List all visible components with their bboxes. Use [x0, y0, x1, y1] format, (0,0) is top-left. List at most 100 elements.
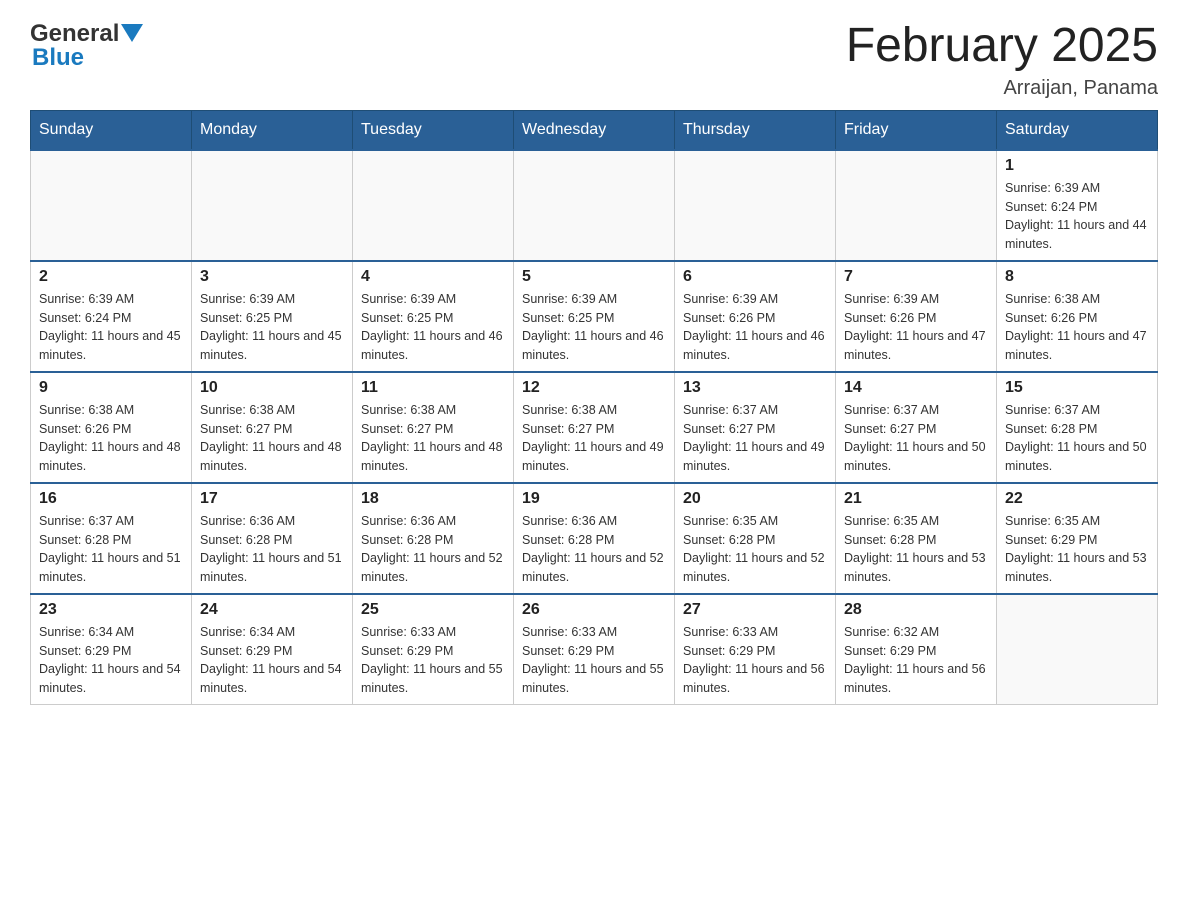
col-monday: Monday — [192, 110, 353, 150]
day-info: Sunrise: 6:37 AMSunset: 6:27 PMDaylight:… — [683, 401, 827, 476]
day-number: 25 — [361, 601, 505, 619]
table-row: 14 Sunrise: 6:37 AMSunset: 6:27 PMDayligh… — [836, 372, 997, 483]
page-header: General Blue February 2025 Arraijan, Pan… — [30, 20, 1158, 100]
table-row: 17 Sunrise: 6:36 AMSunset: 6:28 PMDayligh… — [192, 483, 353, 594]
day-number: 2 — [39, 268, 183, 286]
table-row: 9 Sunrise: 6:38 AMSunset: 6:26 PMDaylight… — [31, 372, 192, 483]
day-info: Sunrise: 6:38 AMSunset: 6:27 PMDaylight:… — [200, 401, 344, 476]
day-number: 19 — [522, 490, 666, 508]
day-info: Sunrise: 6:37 AMSunset: 6:28 PMDaylight:… — [1005, 401, 1149, 476]
day-info: Sunrise: 6:34 AMSunset: 6:29 PMDaylight:… — [39, 623, 183, 698]
table-row: 12 Sunrise: 6:38 AMSunset: 6:27 PMDayligh… — [514, 372, 675, 483]
table-row: 15 Sunrise: 6:37 AMSunset: 6:28 PMDayligh… — [997, 372, 1158, 483]
day-info: Sunrise: 6:35 AMSunset: 6:28 PMDaylight:… — [683, 512, 827, 587]
table-row — [514, 150, 675, 261]
day-number: 12 — [522, 379, 666, 397]
day-info: Sunrise: 6:36 AMSunset: 6:28 PMDaylight:… — [522, 512, 666, 587]
table-row: 3 Sunrise: 6:39 AMSunset: 6:25 PMDaylight… — [192, 261, 353, 372]
day-number: 23 — [39, 601, 183, 619]
day-number: 16 — [39, 490, 183, 508]
col-thursday: Thursday — [675, 110, 836, 150]
title-block: February 2025 Arraijan, Panama — [846, 20, 1158, 100]
day-info: Sunrise: 6:35 AMSunset: 6:29 PMDaylight:… — [1005, 512, 1149, 587]
month-title: February 2025 — [846, 20, 1158, 73]
day-info: Sunrise: 6:39 AMSunset: 6:26 PMDaylight:… — [844, 290, 988, 365]
table-row: 10Sunrise: 6:38 AMSunset: 6:27 PMDayligh… — [192, 372, 353, 483]
col-saturday: Saturday — [997, 110, 1158, 150]
table-row: 25 Sunrise: 6:33 AMSunset: 6:29 PMDayligh… — [353, 594, 514, 705]
day-number: 15 — [1005, 379, 1149, 397]
table-row: 11Sunrise: 6:38 AMSunset: 6:27 PMDayligh… — [353, 372, 514, 483]
day-info: Sunrise: 6:37 AMSunset: 6:27 PMDaylight:… — [844, 401, 988, 476]
day-number: 20 — [683, 490, 827, 508]
day-number: 11 — [361, 379, 505, 397]
day-number: 7 — [844, 268, 988, 286]
day-number: 6 — [683, 268, 827, 286]
table-row: 24 Sunrise: 6:34 AMSunset: 6:29 PMDayligh… — [192, 594, 353, 705]
day-info: Sunrise: 6:33 AMSunset: 6:29 PMDaylight:… — [522, 623, 666, 698]
table-row: 16 Sunrise: 6:37 AMSunset: 6:28 PMDayligh… — [31, 483, 192, 594]
location: Arraijan, Panama — [846, 77, 1158, 100]
calendar-week-row: 9 Sunrise: 6:38 AMSunset: 6:26 PMDaylight… — [31, 372, 1158, 483]
day-number: 1 — [1005, 157, 1149, 175]
table-row: 19 Sunrise: 6:36 AMSunset: 6:28 PMDayligh… — [514, 483, 675, 594]
table-row: 26 Sunrise: 6:33 AMSunset: 6:29 PMDayligh… — [514, 594, 675, 705]
day-number: 17 — [200, 490, 344, 508]
day-number: 4 — [361, 268, 505, 286]
day-number: 13 — [683, 379, 827, 397]
table-row: 27 Sunrise: 6:33 AMSunset: 6:29 PMDayligh… — [675, 594, 836, 705]
table-row — [192, 150, 353, 261]
day-number: 8 — [1005, 268, 1149, 286]
day-number: 14 — [844, 379, 988, 397]
logo: General Blue — [30, 20, 143, 72]
day-info: Sunrise: 6:34 AMSunset: 6:29 PMDaylight:… — [200, 623, 344, 698]
day-number: 21 — [844, 490, 988, 508]
table-row — [31, 150, 192, 261]
day-info: Sunrise: 6:38 AMSunset: 6:26 PMDaylight:… — [39, 401, 183, 476]
day-number: 27 — [683, 601, 827, 619]
day-info: Sunrise: 6:33 AMSunset: 6:29 PMDaylight:… — [683, 623, 827, 698]
day-info: Sunrise: 6:39 AMSunset: 6:25 PMDaylight:… — [361, 290, 505, 365]
col-tuesday: Tuesday — [353, 110, 514, 150]
table-row: 18 Sunrise: 6:36 AMSunset: 6:28 PMDayligh… — [353, 483, 514, 594]
table-row — [353, 150, 514, 261]
logo-triangle-icon — [121, 24, 143, 46]
table-row: 6 Sunrise: 6:39 AMSunset: 6:26 PMDaylight… — [675, 261, 836, 372]
logo-blue-text: Blue — [32, 44, 84, 72]
day-info: Sunrise: 6:35 AMSunset: 6:28 PMDaylight:… — [844, 512, 988, 587]
day-info: Sunrise: 6:39 AMSunset: 6:25 PMDaylight:… — [522, 290, 666, 365]
day-info: Sunrise: 6:37 AMSunset: 6:28 PMDaylight:… — [39, 512, 183, 587]
day-info: Sunrise: 6:36 AMSunset: 6:28 PMDaylight:… — [200, 512, 344, 587]
day-number: 18 — [361, 490, 505, 508]
day-number: 22 — [1005, 490, 1149, 508]
day-number: 3 — [200, 268, 344, 286]
day-info: Sunrise: 6:39 AMSunset: 6:26 PMDaylight:… — [683, 290, 827, 365]
table-row: 23 Sunrise: 6:34 AMSunset: 6:29 PMDayligh… — [31, 594, 192, 705]
calendar-header-row: Sunday Monday Tuesday Wednesday Thursday… — [31, 110, 1158, 150]
col-wednesday: Wednesday — [514, 110, 675, 150]
day-info: Sunrise: 6:38 AMSunset: 6:27 PMDaylight:… — [522, 401, 666, 476]
table-row — [836, 150, 997, 261]
day-info: Sunrise: 6:33 AMSunset: 6:29 PMDaylight:… — [361, 623, 505, 698]
table-row: 21 Sunrise: 6:35 AMSunset: 6:28 PMDayligh… — [836, 483, 997, 594]
day-number: 26 — [522, 601, 666, 619]
day-info: Sunrise: 6:39 AMSunset: 6:24 PMDaylight:… — [1005, 179, 1149, 254]
table-row — [997, 594, 1158, 705]
calendar-table: Sunday Monday Tuesday Wednesday Thursday… — [30, 110, 1158, 705]
calendar-week-row: 16 Sunrise: 6:37 AMSunset: 6:28 PMDayligh… — [31, 483, 1158, 594]
table-row: 2 Sunrise: 6:39 AMSunset: 6:24 PMDaylight… — [31, 261, 192, 372]
day-number: 9 — [39, 379, 183, 397]
day-info: Sunrise: 6:38 AMSunset: 6:26 PMDaylight:… — [1005, 290, 1149, 365]
day-info: Sunrise: 6:39 AMSunset: 6:24 PMDaylight:… — [39, 290, 183, 365]
col-friday: Friday — [836, 110, 997, 150]
calendar-week-row: 1 Sunrise: 6:39 AMSunset: 6:24 PMDaylight… — [31, 150, 1158, 261]
day-number: 24 — [200, 601, 344, 619]
table-row: 8 Sunrise: 6:38 AMSunset: 6:26 PMDaylight… — [997, 261, 1158, 372]
day-info: Sunrise: 6:39 AMSunset: 6:25 PMDaylight:… — [200, 290, 344, 365]
table-row: 5Sunrise: 6:39 AMSunset: 6:25 PMDaylight… — [514, 261, 675, 372]
col-sunday: Sunday — [31, 110, 192, 150]
day-info: Sunrise: 6:32 AMSunset: 6:29 PMDaylight:… — [844, 623, 988, 698]
table-row: 1 Sunrise: 6:39 AMSunset: 6:24 PMDaylight… — [997, 150, 1158, 261]
table-row: 20 Sunrise: 6:35 AMSunset: 6:28 PMDayligh… — [675, 483, 836, 594]
day-info: Sunrise: 6:36 AMSunset: 6:28 PMDaylight:… — [361, 512, 505, 587]
